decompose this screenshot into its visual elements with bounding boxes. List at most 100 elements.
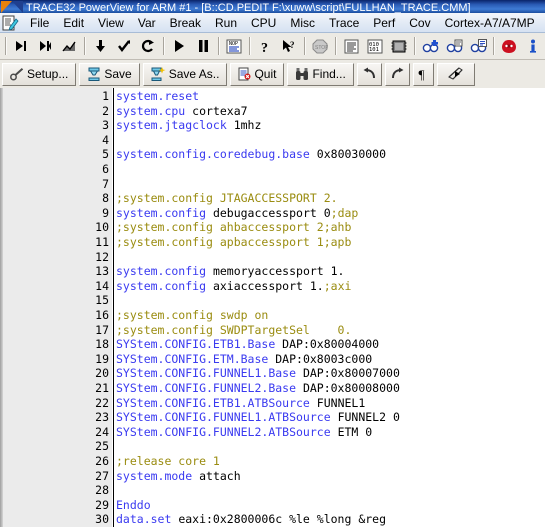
code-line[interactable] <box>114 293 123 308</box>
edit-watch-icon[interactable] <box>442 35 466 57</box>
menu-misc[interactable]: Misc <box>283 15 322 31</box>
step-out-icon[interactable] <box>57 35 81 57</box>
undo-button[interactable] <box>356 62 382 86</box>
quit-button[interactable]: Quit <box>230 62 285 86</box>
code-line[interactable]: system.config debugaccessport 0;dap <box>114 206 358 221</box>
toolbar-separator <box>304 37 305 55</box>
code-token: system.config.coredebug.base <box>116 147 317 162</box>
view-watch-icon[interactable] <box>466 35 490 57</box>
code-line[interactable]: system.cpu cortexa7 <box>114 104 248 119</box>
emulate-icon[interactable] <box>497 35 521 57</box>
go-return-icon[interactable] <box>112 35 136 57</box>
pilcrow-icon: ¶ <box>418 67 429 81</box>
app-icon <box>0 1 23 13</box>
code-line[interactable]: SYStem.CONFIG.FUNNEL2.Base DAP:0x8000800… <box>114 381 400 396</box>
code-token: DAP:0x80008000 <box>302 381 400 395</box>
code-line[interactable]: SYStem.CONFIG.FUNNEL2.ATBSource ETM 0 <box>114 425 372 440</box>
menu-var[interactable]: Var <box>131 15 163 31</box>
code-line[interactable]: ;system.config SWDPTargetSel 0. <box>114 323 351 338</box>
find-button[interactable]: Find... <box>287 62 354 86</box>
code-editor[interactable]: 1 2 3 4 5 6 7 8 9 10 11 12 13 14 15 16 17 18 19 20 21 22 23 24 2… <box>0 88 545 527</box>
window-title: TRACE32 PowerView for ARM #1 - [B::CD.PE… <box>26 2 471 14</box>
code-line[interactable] <box>114 162 123 177</box>
code-line[interactable]: system.config axiaccessport 1.;axi <box>114 279 351 294</box>
trace32-window: TRACE32 PowerView for ARM #1 - [B::CD.PE… <box>0 0 545 527</box>
code-line[interactable]: ;release core 1 <box>114 454 220 469</box>
code-line[interactable]: ;system.config apbaccessport 1;apb <box>114 235 351 250</box>
editor-gutter[interactable]: 1 2 3 4 5 6 7 8 9 10 11 12 13 14 15 16 17 18 19 20 21 22 23 24 2… <box>0 88 113 527</box>
code-token: SYStem.CONFIG.FUNNEL2.Base <box>116 381 303 395</box>
menu-perf[interactable]: Perf <box>366 15 402 31</box>
save-button[interactable]: Save <box>79 62 140 86</box>
code-line[interactable]: SYStem.CONFIG.FUNNEL1.Base DAP:0x8000700… <box>114 366 400 381</box>
code-area[interactable]: system.reset system.cpu cortexa7 system.jt… <box>113 88 545 527</box>
code-line[interactable] <box>114 133 123 148</box>
menu-trace[interactable]: Trace <box>322 15 366 31</box>
code-line[interactable]: SYStem.CONFIG.ETM.Base DAP:0x8003c000 <box>114 352 372 367</box>
context-help-icon[interactable]: ? <box>277 35 301 57</box>
editor-document-icon <box>2 15 19 31</box>
memory-chip-icon[interactable] <box>387 35 411 57</box>
code-line[interactable]: system.config memoryaccessport 1. <box>114 264 345 279</box>
code-line[interactable] <box>114 177 123 192</box>
menu-view[interactable]: View <box>91 15 131 31</box>
run-script-button[interactable] <box>436 62 475 86</box>
code-line[interactable]: Enddo <box>114 498 151 513</box>
code-line[interactable]: data.set eaxi:0x2800006c %le %long &reg <box>114 512 386 527</box>
code-token: SYStem.CONFIG.FUNNEL1.Base <box>116 366 303 381</box>
add-watch-icon[interactable] <box>418 35 442 57</box>
code-token: ;dap <box>330 205 359 220</box>
setup-button[interactable]: Setup... <box>2 62 77 86</box>
break-pause-icon[interactable] <box>191 35 215 57</box>
menu-run[interactable]: Run <box>208 15 244 31</box>
stop-icon[interactable]: STOP <box>308 35 332 57</box>
register-list-icon[interactable] <box>339 35 363 57</box>
help-icon[interactable]: ? <box>253 35 277 57</box>
step-into-icon[interactable] <box>9 35 33 57</box>
editor-toolbar: Setup... Save Save As.. Quit Find... ¶ <box>0 60 545 89</box>
code-line[interactable]: SYStem.CONFIG.ETB1.Base DAP:0x80004000 <box>114 337 379 352</box>
code-line[interactable] <box>114 483 123 498</box>
menu-file[interactable]: File <box>23 15 56 31</box>
code-line[interactable] <box>114 250 123 265</box>
toolbar-separator <box>493 37 494 55</box>
paragraph-marks-button[interactable]: ¶ <box>412 62 434 86</box>
title-bar[interactable]: TRACE32 PowerView for ARM #1 - [B::CD.PE… <box>0 0 545 13</box>
binary-data-icon[interactable]: 010 101 <box>363 35 387 57</box>
code-line[interactable]: ;system.config JTAGACCESSPORT 2. <box>114 191 338 206</box>
code-line[interactable]: system.reset <box>114 89 199 104</box>
line-number: 5 <box>102 147 109 162</box>
step-down-icon[interactable] <box>88 35 112 57</box>
code-line[interactable]: ;system.config ahbaccessport 2;ahb <box>114 220 351 235</box>
code-line[interactable]: SYStem.CONFIG.FUNNEL1.ATBSource FUNNEL2 … <box>114 410 400 425</box>
code-line[interactable]: system.jtagclock 1mhz <box>114 118 261 133</box>
line-number: 7 <box>102 176 109 191</box>
code-line[interactable]: system.mode attach <box>114 469 241 484</box>
code-line[interactable]: ;system.config swdp on <box>114 308 268 323</box>
info-icon[interactable] <box>521 35 545 57</box>
run-script-icon <box>447 67 465 81</box>
code-token: system.jtagclock <box>116 118 234 133</box>
menu-cpu[interactable]: CPU <box>244 15 283 31</box>
line-number: 4 <box>102 132 109 147</box>
menu-edit[interactable]: Edit <box>56 15 91 31</box>
menu-break[interactable]: Break <box>163 15 208 31</box>
redo-button[interactable] <box>384 62 410 86</box>
save-button-label: Save <box>104 67 132 81</box>
step-over-icon[interactable] <box>33 35 57 57</box>
code-line[interactable]: SYStem.CONFIG.ETB1.ATBSource FUNNEL1 <box>114 396 365 411</box>
code-token: SYStem.CONFIG.ETB1.ATBSource <box>116 395 317 410</box>
code-token: system.config <box>116 264 213 279</box>
restart-icon[interactable] <box>136 35 160 57</box>
code-line[interactable]: system.config.coredebug.base 0x80030000 <box>114 147 386 162</box>
line-number: 27 <box>95 468 109 483</box>
toolbar-separator <box>163 37 164 55</box>
go-run-icon[interactable] <box>167 35 191 57</box>
line-number: 23 <box>95 410 109 425</box>
menu-cov[interactable]: Cov <box>402 15 437 31</box>
menu-cortex-a7[interactable]: Cortex-A7/A7MP <box>438 15 542 31</box>
list-source-icon[interactable]: NOP <box>222 35 246 57</box>
code-line[interactable] <box>114 439 123 454</box>
code-token: 1mhz <box>233 118 262 133</box>
save-as-button[interactable]: Save As.. <box>142 62 228 86</box>
